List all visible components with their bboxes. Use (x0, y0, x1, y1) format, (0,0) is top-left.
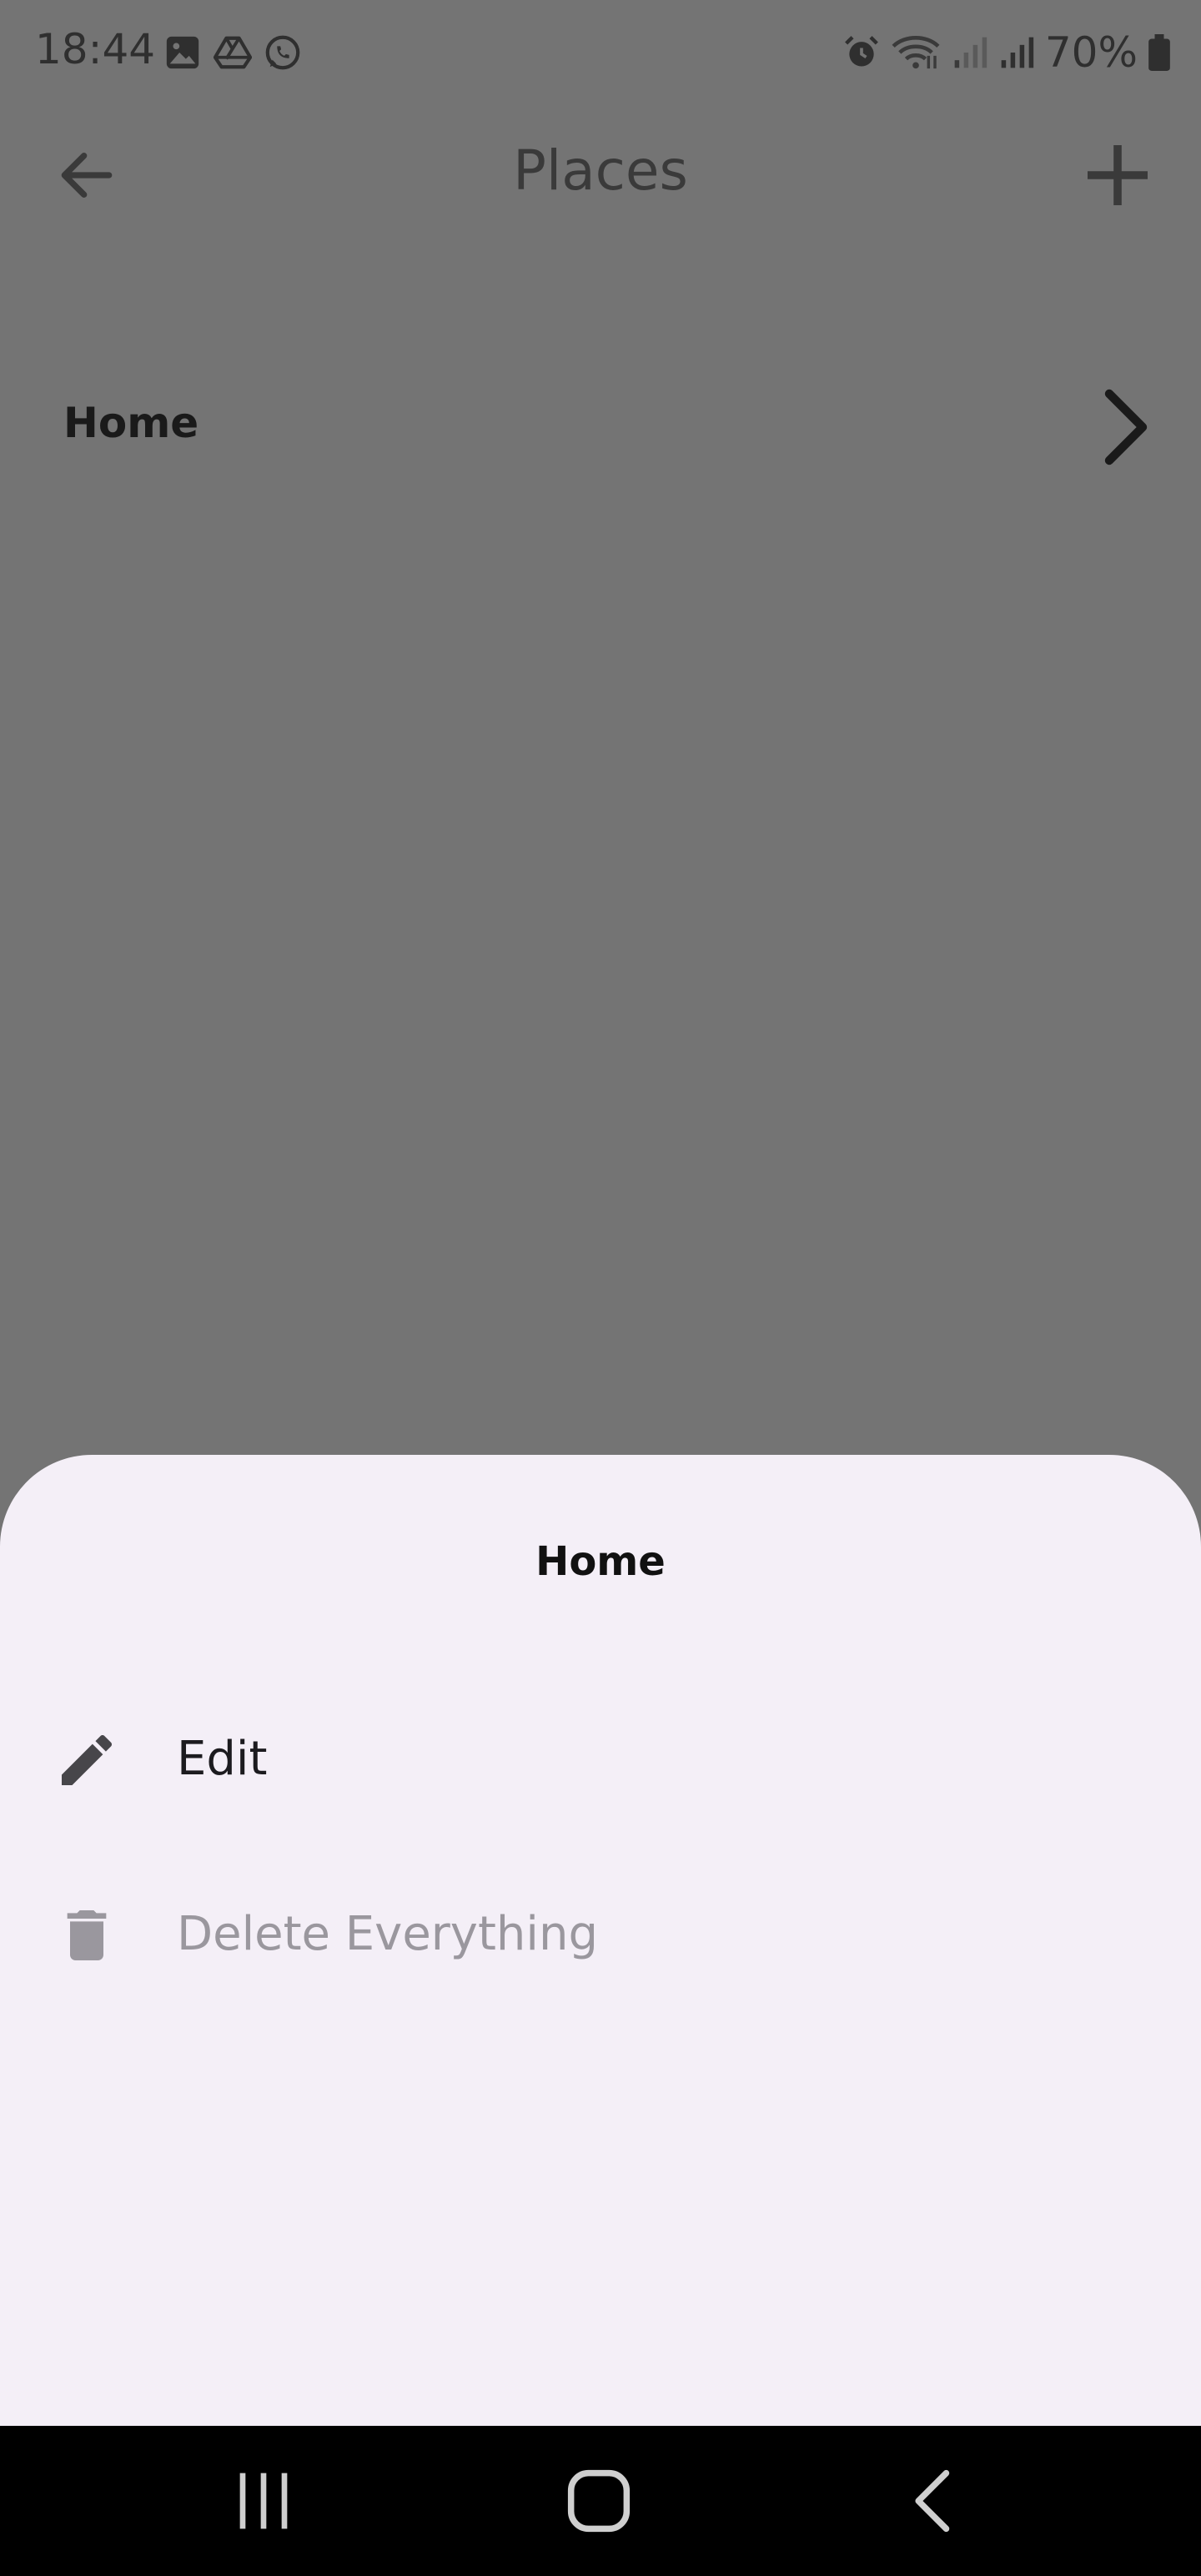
delete-everything-button[interactable]: Delete Everything (0, 1872, 1201, 1997)
signal-icon (1001, 37, 1034, 68)
place-name: Home (63, 399, 199, 447)
delete-everything-label: Delete Everything (177, 1907, 598, 1961)
bottom-sheet: Home Edit Delete Everything (0, 1455, 1201, 2426)
home-icon[interactable] (557, 2459, 641, 2543)
battery-icon (1148, 34, 1170, 71)
alarm-icon (844, 36, 878, 67)
system-nav-bar (0, 2426, 1201, 2576)
recents-icon[interactable] (222, 2459, 305, 2543)
chevron-right-icon (1104, 389, 1148, 465)
page-title: Places (513, 138, 688, 203)
drive-icon (214, 36, 252, 69)
place-list-item[interactable]: Home (0, 367, 1201, 484)
signal-weak-icon (954, 37, 987, 68)
whatsapp-icon (265, 35, 300, 70)
plus-icon[interactable] (1078, 135, 1158, 215)
status-time: 18:44 (35, 25, 156, 73)
status-system-icons: 70% (843, 28, 1171, 77)
status-notification-icons (163, 33, 302, 72)
wifi-icon (892, 36, 940, 69)
pencil-icon (62, 1734, 113, 1785)
edit-button[interactable]: Edit (0, 1697, 1201, 1822)
app-bar: Places (0, 108, 1201, 234)
trash-icon (67, 1910, 107, 1960)
back-icon[interactable] (894, 2459, 977, 2543)
status-bar: 18:44 70% (0, 0, 1201, 108)
gallery-icon (166, 36, 199, 69)
sheet-title: Home (535, 1538, 666, 1585)
edit-label: Edit (177, 1732, 268, 1786)
battery-percentage: 70% (1044, 28, 1138, 77)
